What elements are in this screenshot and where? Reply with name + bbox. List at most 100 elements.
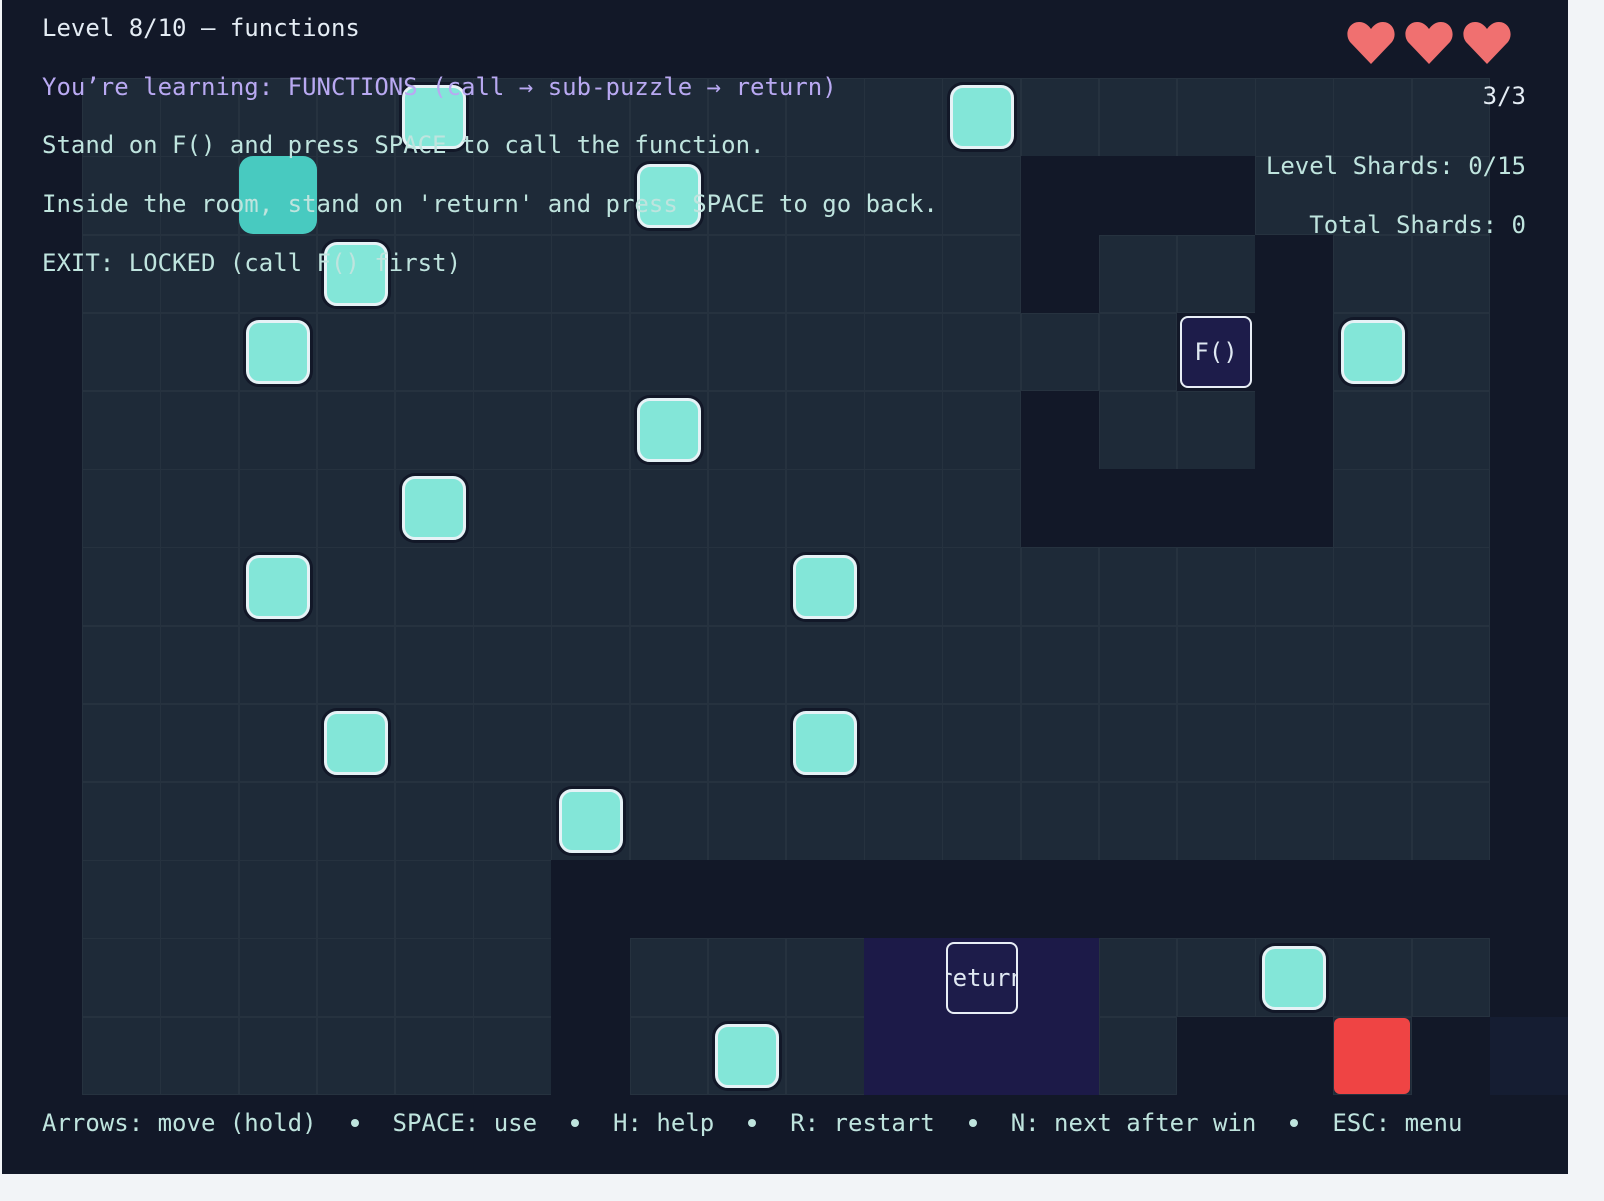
- floor-tile: [1411, 312, 1491, 392]
- floor-tile: [786, 625, 865, 705]
- floor-tile: [473, 782, 552, 861]
- floor-tile: [707, 625, 787, 705]
- floor-tile: [1177, 782, 1256, 861]
- floor-tile: [473, 312, 552, 392]
- floor-tile: [551, 703, 631, 783]
- floor-tile: [1098, 78, 1178, 157]
- floor-tile: [1333, 782, 1413, 861]
- separator-dot: [1290, 1119, 1299, 1127]
- floor-tile: [82, 547, 161, 627]
- floor-tile: [551, 469, 631, 548]
- floor-tile: [473, 234, 552, 314]
- floor-tile: [942, 234, 1022, 314]
- wall-tile: [551, 1016, 631, 1096]
- wall-tile: [864, 860, 943, 939]
- floor-tile: [82, 782, 161, 861]
- wall-tile: [4, 625, 83, 705]
- floor-tile: [629, 312, 709, 392]
- floor-tile: [629, 703, 709, 783]
- wall-tile: [1098, 0, 1178, 79]
- control-next: N: next after win: [1010, 1109, 1257, 1137]
- floor-tile: [1098, 703, 1178, 783]
- wall-tile: [551, 938, 631, 1018]
- controls-help: Arrows: move (hold) SPACE: use H: help R…: [42, 1109, 1462, 1137]
- floor-tile: [864, 78, 943, 157]
- floor-tile: [1098, 234, 1178, 314]
- wall-tile: [1020, 234, 1100, 314]
- floor-tile: [473, 860, 552, 939]
- floor-tile: [1411, 547, 1491, 627]
- wall-tile: [1489, 860, 1568, 939]
- floor-tile: [1333, 234, 1413, 314]
- floor-tile: [160, 469, 240, 548]
- floor-tile: [707, 703, 787, 783]
- wall-tile: [1020, 469, 1100, 548]
- floor-tile: [864, 547, 943, 627]
- floor-tile: [395, 1016, 474, 1096]
- floor-tile: [1177, 78, 1256, 157]
- floor-tile: [395, 860, 474, 939]
- game-canvas[interactable]: F() return Level 8/10 – functions You’re …: [2, 0, 1568, 1174]
- floor-tile: [82, 860, 161, 939]
- wall-tile: [1020, 860, 1100, 939]
- shard-gem: [323, 710, 388, 775]
- floor-tile: [160, 860, 240, 939]
- floor-tile: [1411, 391, 1491, 470]
- floor-tile: [238, 1016, 318, 1096]
- floor-tile: [1411, 469, 1491, 548]
- wall-tile: [629, 0, 709, 79]
- separator-dot: [968, 1119, 977, 1127]
- floor-tile: [1177, 703, 1256, 783]
- floor-tile: [1098, 547, 1178, 627]
- floor-tile: [629, 938, 709, 1018]
- floor-tile: [395, 547, 474, 627]
- wall-tile: [1255, 391, 1334, 470]
- floor-tile: [1177, 234, 1256, 314]
- floor-tile: [1411, 938, 1491, 1018]
- wall-tile: [4, 703, 83, 783]
- shard-gem: [245, 554, 310, 619]
- wall-tile: [1333, 860, 1413, 939]
- wall-tile: [1489, 391, 1568, 470]
- wall-tile: [1255, 234, 1334, 314]
- wall-tile: [1489, 782, 1568, 861]
- floor-tile: [473, 703, 552, 783]
- shard-gem: [793, 554, 858, 619]
- wall-tile: [786, 0, 865, 79]
- shard-gem: [1262, 945, 1327, 1010]
- wall-tile: [1489, 1016, 1568, 1096]
- wall-tile: [864, 0, 943, 79]
- floor-tile: [1177, 391, 1256, 470]
- wall-tile: [1489, 312, 1568, 392]
- heart-icon: [1404, 20, 1454, 66]
- floor-tile: [1098, 1016, 1178, 1096]
- floor-tile: [551, 234, 631, 314]
- floor-tile: [316, 1016, 396, 1096]
- wall-tile: [1098, 469, 1178, 548]
- return-tile[interactable]: return: [945, 941, 1018, 1014]
- wall-tile: [707, 860, 787, 939]
- floor-tile: [864, 625, 943, 705]
- floor-tile: [316, 625, 396, 705]
- wall-tile: [1177, 0, 1256, 79]
- floor-tile: [1098, 312, 1178, 392]
- floor-tile: [238, 391, 318, 470]
- floor-tile: [864, 312, 943, 392]
- floor-tile: [1098, 625, 1178, 705]
- floor-tile: [316, 547, 396, 627]
- floor-tile: [395, 703, 474, 783]
- wall-tile: [1489, 547, 1568, 627]
- floor-tile: [942, 312, 1022, 392]
- wall-tile: [1177, 156, 1256, 236]
- floor-tile: [1255, 547, 1334, 627]
- floor-tile: [864, 703, 943, 783]
- floor-tile: [238, 782, 318, 861]
- floor-tile: [1411, 234, 1491, 314]
- wall-tile: [629, 860, 709, 939]
- learning-topic: You’re learning: FUNCTIONS (call → sub-p…: [42, 73, 837, 101]
- wall-tile: [1020, 0, 1100, 79]
- floor-tile: [1255, 782, 1334, 861]
- function-room-tile: [864, 1016, 943, 1096]
- function-call-tile[interactable]: F(): [1180, 315, 1253, 388]
- floor-tile: [395, 938, 474, 1018]
